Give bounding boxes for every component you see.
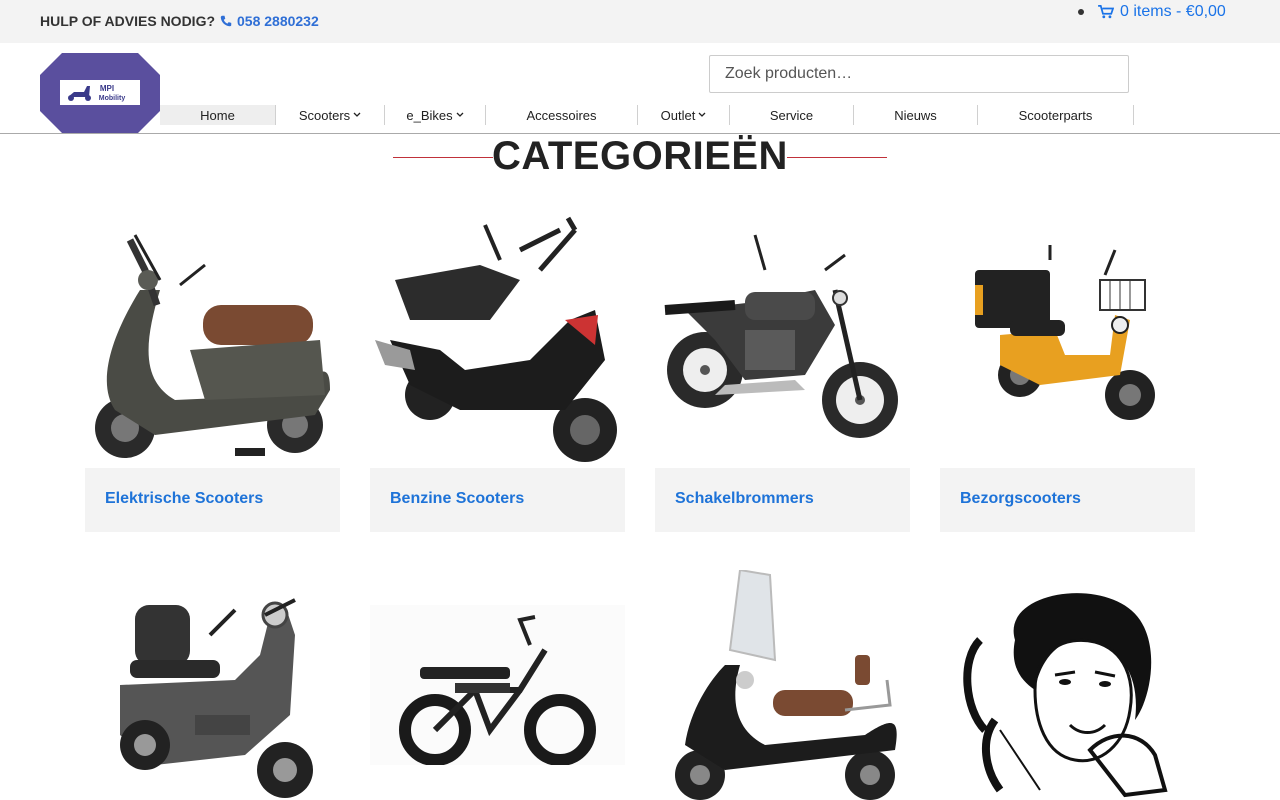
nav-accessoires-label: Accessoires <box>526 107 597 123</box>
retro-scooter-windshield-image <box>675 570 897 800</box>
category-card-electric-scooters[interactable]: Elektrische Scooters <box>85 205 340 532</box>
petrol-scooter-image <box>375 216 617 462</box>
chevron-down-icon <box>353 112 361 117</box>
logo-text-line2: Mobility <box>99 95 126 102</box>
help-text: HULP OF ADVIES NODIG? <box>40 13 216 29</box>
phone-link[interactable]: 058 2880232 <box>220 13 319 29</box>
category-label[interactable]: Benzine Scooters <box>370 468 625 532</box>
nav-nieuws-label: Nieuws <box>894 107 937 123</box>
fat-ebike-image <box>370 605 625 765</box>
phone-number: 058 2880232 <box>237 13 319 29</box>
site-header: MPI Mobility Home Scooters e_Bikes Acces… <box>0 43 1280 134</box>
nav-ebikes-label: e_Bikes <box>406 107 453 123</box>
nav-scooters[interactable]: Scooters <box>276 105 385 125</box>
heading-rule-right <box>787 157 887 158</box>
nav-service-label: Service <box>769 107 814 123</box>
delivery-scooter-image <box>975 245 1155 420</box>
nav-home[interactable]: Home <box>160 105 276 125</box>
list-bullet <box>1078 9 1084 15</box>
nav-scooterparts[interactable]: Scooterparts <box>978 105 1134 125</box>
category-card-service[interactable] <box>940 565 1195 800</box>
phone-icon <box>220 15 232 27</box>
logo-text-line1: MPI <box>100 84 114 93</box>
retro-woman-phone-illustration <box>963 593 1168 798</box>
mobility-scooter-image <box>120 598 313 798</box>
nav-accessoires[interactable]: Accessoires <box>486 105 638 125</box>
chevron-down-icon <box>456 112 464 117</box>
cart-icon <box>1098 5 1114 19</box>
nav-scooterparts-label: Scooterparts <box>1018 107 1093 123</box>
nav-nieuws[interactable]: Nieuws <box>854 105 978 125</box>
nav-outlet-label: Outlet <box>660 107 696 123</box>
category-label[interactable]: Schakelbrommers <box>655 468 910 532</box>
category-card-motorcycles[interactable]: Schakelbrommers <box>655 205 910 532</box>
search-input[interactable] <box>709 55 1129 93</box>
nav-home-label: Home <box>200 107 235 123</box>
electric-scooter-image <box>95 234 330 458</box>
category-card-mobility-scooters[interactable] <box>85 565 340 800</box>
category-card-retro-scooters[interactable] <box>655 565 910 800</box>
motorcycle-image <box>664 234 898 438</box>
chevron-down-icon <box>698 112 706 117</box>
cart-link[interactable]: 0 items - €0,00 <box>1078 3 1226 21</box>
top-bar: HULP OF ADVIES NODIG? 058 2880232 0 item… <box>0 0 1280 43</box>
category-label[interactable]: Elektrische Scooters <box>85 468 340 532</box>
nav-outlet[interactable]: Outlet <box>638 105 730 125</box>
category-card-ebikes[interactable] <box>370 565 625 800</box>
category-label[interactable]: Bezorgscooters <box>940 468 1195 532</box>
category-card-delivery-scooters[interactable]: Bezorgscooters <box>940 205 1195 532</box>
page-title: CATEGORIEËN <box>492 134 788 178</box>
site-logo[interactable]: MPI Mobility <box>40 53 160 133</box>
nav-scooters-label: Scooters <box>298 107 351 123</box>
category-card-petrol-scooters[interactable]: Benzine Scooters <box>370 205 625 532</box>
nav-service[interactable]: Service <box>730 105 854 125</box>
nav-ebikes[interactable]: e_Bikes <box>385 105 486 125</box>
main-nav: Home Scooters e_Bikes Accessoires Outlet… <box>160 105 1134 125</box>
cart-summary: 0 items - €0,00 <box>1120 3 1226 20</box>
